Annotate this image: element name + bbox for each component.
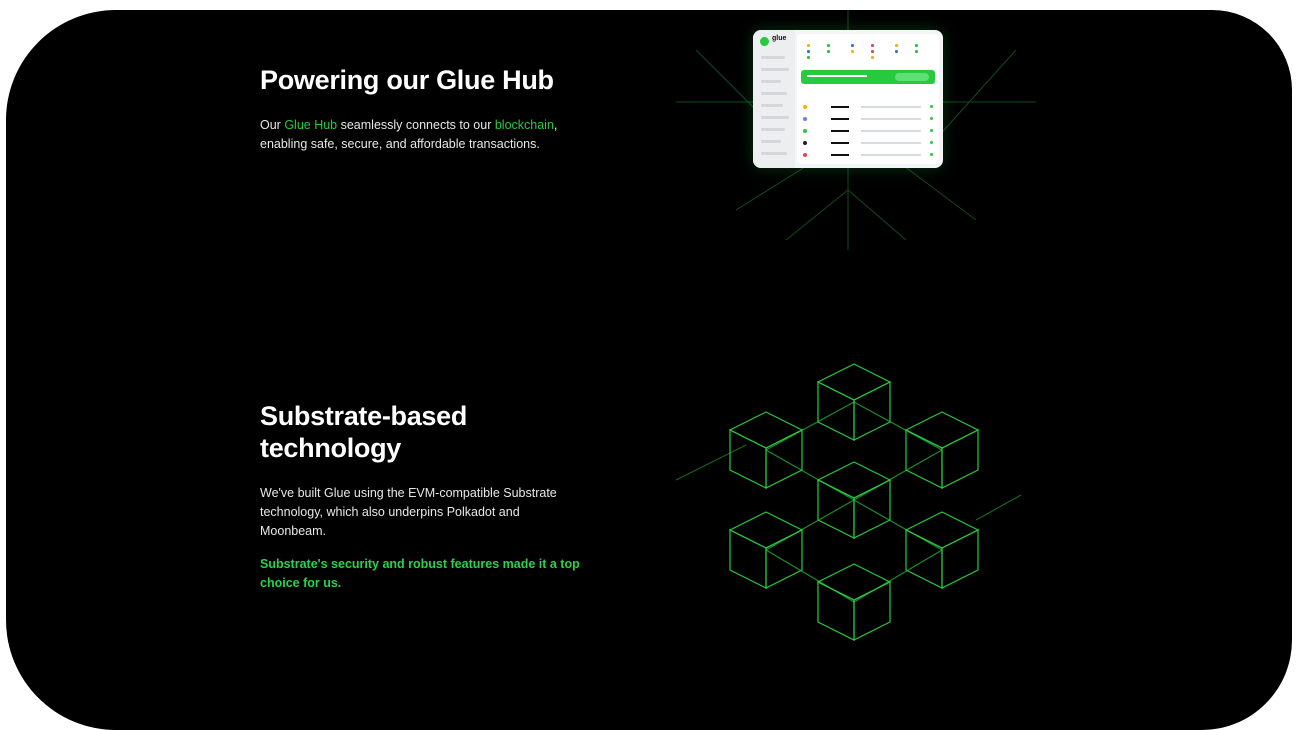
sidebar-line xyxy=(761,80,781,83)
cube-left xyxy=(817,381,855,441)
cube-left xyxy=(817,581,855,641)
section-highlight-substrate: Substrate's security and robust features… xyxy=(260,557,580,590)
cube-right xyxy=(765,529,803,589)
section-body-substrate: We've built Glue using the EVM-compatibl… xyxy=(260,486,557,538)
section-substrate: Substrate-based technology We've built G… xyxy=(260,400,590,593)
decor-line xyxy=(676,444,747,481)
cube-top xyxy=(728,511,804,549)
cube-link xyxy=(765,449,855,501)
glue-logo-icon xyxy=(760,37,769,46)
section-glue-hub: Powering our Glue Hub Our Glue Hub seaml… xyxy=(260,64,590,154)
sidebar-line xyxy=(761,92,787,95)
blockchain-link[interactable]: blockchain xyxy=(495,118,554,132)
cube-left xyxy=(729,529,767,589)
body-prefix: Our xyxy=(260,118,285,132)
sidebar-line xyxy=(761,104,783,107)
cube-right xyxy=(941,429,979,489)
cube-right xyxy=(853,581,891,641)
mockup-logo-text: glue xyxy=(772,35,787,42)
cube-link xyxy=(853,499,943,551)
cube-top xyxy=(904,511,980,549)
section-title-glue-hub: Powering our Glue Hub xyxy=(260,65,554,95)
sidebar-line xyxy=(761,116,789,119)
cube-link xyxy=(853,449,943,501)
dashboard-preview-image: glue xyxy=(676,10,1036,250)
cube-left xyxy=(905,529,943,589)
stat-box xyxy=(805,40,841,60)
cube-top xyxy=(816,563,892,601)
sidebar-line xyxy=(761,140,781,143)
body-middle: seamlessly connects to our xyxy=(337,118,495,132)
table-row xyxy=(801,150,935,160)
cube-left xyxy=(729,429,767,489)
mockup-main xyxy=(797,34,939,164)
cube-left xyxy=(817,479,855,539)
cube-right xyxy=(765,429,803,489)
cube-top xyxy=(816,363,892,401)
cube-right xyxy=(941,529,979,589)
sidebar-line xyxy=(761,152,787,155)
page: Powering our Glue Hub Our Glue Hub seaml… xyxy=(0,0,1296,730)
cube-right xyxy=(853,381,891,441)
stat-box xyxy=(893,40,929,60)
cube-link xyxy=(765,499,855,551)
cube-link xyxy=(765,401,855,451)
cube-link xyxy=(853,401,943,451)
table-row xyxy=(801,138,935,148)
cube-right xyxy=(853,479,891,539)
cube-left xyxy=(905,429,943,489)
mockup-banner xyxy=(801,70,935,84)
cube-link xyxy=(853,549,943,603)
cube-top xyxy=(904,411,980,449)
sidebar-line xyxy=(761,68,789,71)
table-row xyxy=(801,126,935,136)
cube-link xyxy=(765,549,855,603)
table-row xyxy=(801,114,935,124)
mockup-sidebar: glue xyxy=(753,30,795,168)
section-body-glue-hub: Our Glue Hub seamlessly connects to our … xyxy=(260,116,580,154)
decor-line xyxy=(975,494,1022,521)
sidebar-line xyxy=(761,128,785,131)
dashboard-mockup: glue xyxy=(753,30,943,168)
glue-hub-link[interactable]: Glue Hub xyxy=(284,118,337,132)
feature-card: Powering our Glue Hub Our Glue Hub seaml… xyxy=(6,10,1292,730)
sidebar-line xyxy=(761,56,785,59)
cube-top xyxy=(816,461,892,499)
table-row xyxy=(801,102,935,112)
cube-top xyxy=(728,411,804,449)
section-title-substrate: Substrate-based technology xyxy=(260,401,468,463)
cube-network-illustration xyxy=(676,363,1022,641)
stat-box xyxy=(849,40,885,60)
